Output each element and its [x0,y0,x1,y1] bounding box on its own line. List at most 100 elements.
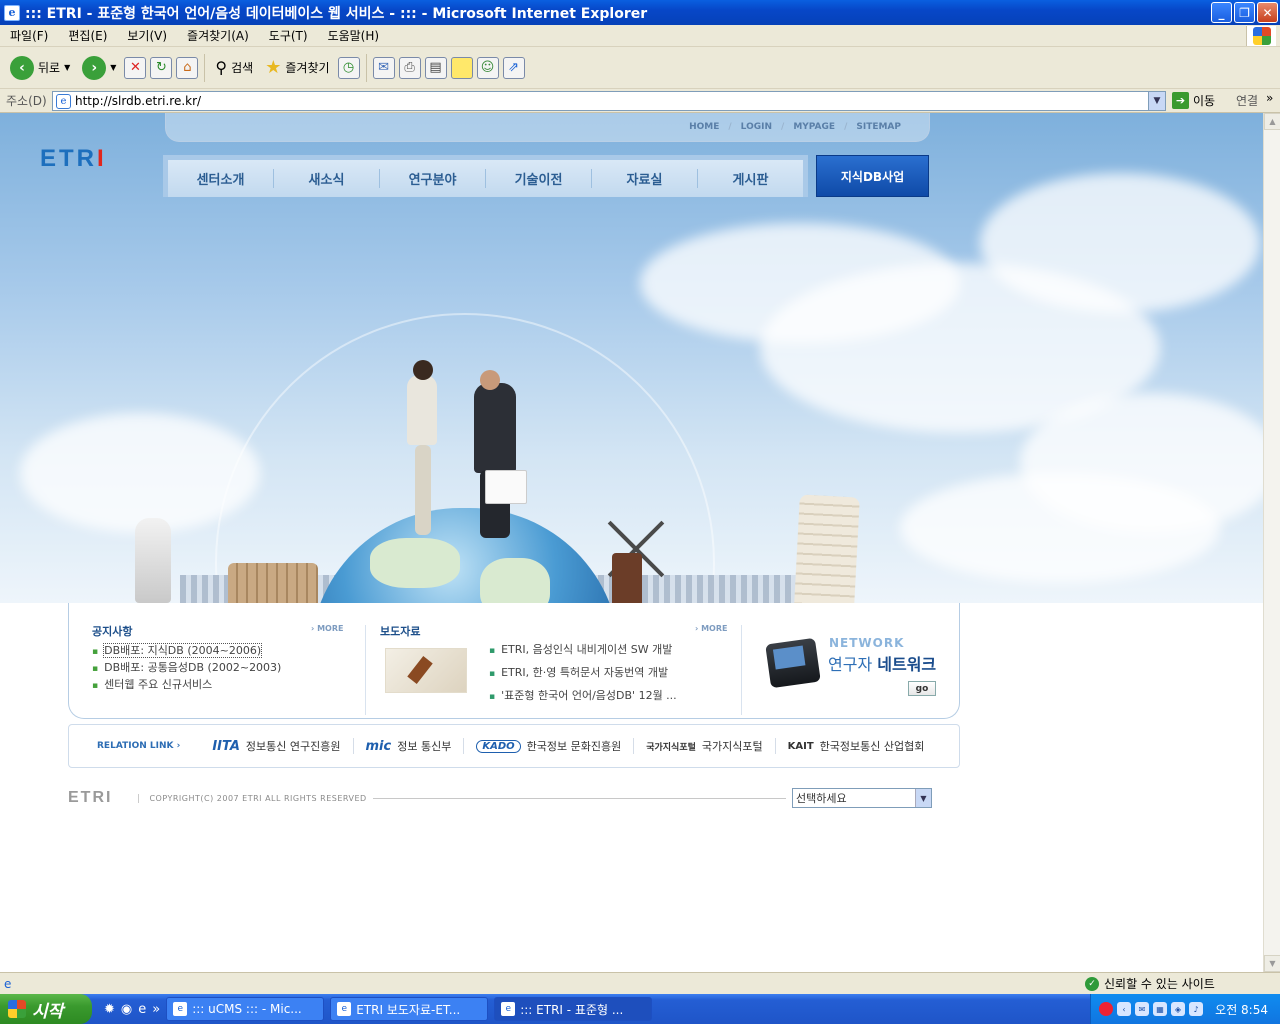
stop-icon[interactable]: ✕ [124,56,147,79]
quicklaunch-icon[interactable]: ✹ [104,1002,115,1017]
tray-chevron-icon[interactable]: ‹ [1117,1002,1131,1016]
mypage-link[interactable]: MYPAGE [793,122,835,132]
favorites-button[interactable]: ★ 즐겨찾기 [261,55,333,80]
clock[interactable]: 오전 8:54 [1215,1001,1268,1018]
login-link[interactable]: LOGIN [741,122,772,132]
menu-file[interactable]: 파일(F) [8,26,50,45]
mail-icon[interactable]: ✉ [1135,1002,1149,1016]
nav-news[interactable]: 새소식 [274,169,380,188]
history-icon[interactable]: ◷ [337,56,360,79]
taskbar: 시작 ✹ ◉ e » e ::: uCMS ::: - Mic... e ETR… [0,994,1280,1024]
notice-title[interactable]: 공지사항 [92,623,132,639]
restore-button[interactable]: ❐ [1234,2,1255,23]
forward-dropdown-icon[interactable]: ▼ [110,63,116,72]
go-button[interactable]: ➔ 이동 [1172,92,1215,109]
forward-arrow-icon: › [82,55,107,80]
taskbar-item[interactable]: e ::: ETRI - 표준형 ... [494,997,653,1021]
notice-list: DB배포: 지식DB (2004~2006) DB배포: 공통음성DB (200… [92,643,281,694]
menu-tools[interactable]: 도구(T) [267,26,310,45]
relation-link-iita[interactable]: IITA 정보통신 연구진흥원 [200,738,352,754]
notice-item[interactable]: DB배포: 지식DB (2004~2006) [92,643,281,660]
quick-launch: ✹ ◉ e » [104,1002,160,1017]
address-label: 주소(D) [6,94,47,108]
back-dropdown-icon[interactable]: ▼ [64,63,70,72]
back-button[interactable]: ‹ 뒤로 ▼ [6,54,74,82]
links-button[interactable]: 연결 [1236,92,1258,109]
address-dropdown-icon[interactable]: ▼ [1148,92,1165,110]
quicklaunch-icon[interactable]: ◉ [121,1002,132,1017]
search-button[interactable]: ⚲ 검색 [211,56,257,79]
relation-link-kait[interactable]: KAIT 한국정보통신 산업협회 [774,738,937,754]
family-site-select[interactable]: 선택하세요 ▼ [792,788,932,808]
refresh-icon[interactable]: ↻ [150,56,173,79]
title-bar[interactable]: e ::: ETRI - 표준형 한국어 언어/음성 데이터베이스 웹 서비스 … [0,0,1280,25]
ie-icon: e [4,4,20,21]
mail-icon[interactable]: ✉ [372,56,395,79]
press-item[interactable]: ETRI, 한·영 특허문서 자동번역 개발 [489,662,677,685]
kait-logo: KAIT [787,740,814,752]
shield-icon[interactable]: ◈ [1171,1002,1185,1016]
quicklaunch-chevron-icon[interactable]: » [152,1002,160,1017]
notice-item[interactable]: 센터웹 주요 신규서비스 [92,677,281,694]
research-icon[interactable]: ⇗ [502,56,525,79]
forward-button[interactable]: › ▼ [78,54,120,82]
nav-center-intro[interactable]: 센터소개 [168,169,274,188]
star-icon: ★ [265,57,282,78]
minimize-button[interactable]: _ [1211,2,1232,23]
network-go-button[interactable]: go [908,681,936,696]
taskbar-item[interactable]: e ETRI 보도자료-ET... [330,997,489,1021]
sitemap-link[interactable]: SITEMAP [856,122,901,132]
note-icon[interactable] [450,56,473,79]
press-list: ETRI, 음성인식 내비게이션 SW 개발 ETRI, 한·영 특허문서 자동… [489,639,677,708]
etri-logo[interactable]: ETRI [40,145,107,173]
home-icon[interactable]: ⌂ [176,56,199,79]
relation-link-kado[interactable]: KADO 한국정보 문화진흥원 [463,738,633,754]
scroll-down-icon[interactable]: ▼ [1264,955,1280,972]
nav-board[interactable]: 게시판 [698,169,803,188]
nav-tech-transfer[interactable]: 기술이전 [486,169,592,188]
menu-view[interactable]: 보기(V) [125,26,169,45]
edit-icon[interactable]: ▤ [424,56,447,79]
relation-link-mic[interactable]: mic 정보 통신부 [352,738,464,754]
nav-research[interactable]: 연구분야 [380,169,486,188]
relation-links: RELATION LINK › IITA 정보통신 연구진흥원 mic 정보 통… [68,724,960,768]
print-icon[interactable]: ⎙ [398,56,421,79]
go-arrow-icon: ➔ [1172,92,1189,109]
utility-links: HOME / LOGIN / MYPAGE / SITEMAP [165,113,930,142]
divider [741,625,742,715]
network-title[interactable]: 연구자 네트워크 [828,651,936,675]
notice-item[interactable]: DB배포: 공통음성DB (2002~2003) [92,660,281,677]
knowledge-db-button[interactable]: 지식DB사업 [816,155,929,197]
ime-icon[interactable] [1099,1002,1113,1016]
network-label: NETWORK [829,636,905,650]
address-bar: 주소(D) e http://slrdb.etri.re.kr/ ▼ ➔ 이동 … [0,89,1280,113]
nav-archive[interactable]: 자료실 [592,169,698,188]
menu-help[interactable]: 도움말(H) [326,26,382,45]
menu-edit[interactable]: 편집(E) [66,26,109,45]
messenger-icon[interactable]: ☺ [476,56,499,79]
volume-icon[interactable]: ♪ [1189,1002,1203,1016]
taskbar-item[interactable]: e ::: uCMS ::: - Mic... [166,997,325,1021]
menu-favorites[interactable]: 즐겨찾기(A) [185,26,251,45]
press-more-link[interactable]: › MORE [695,624,727,633]
press-title[interactable]: 보도자료 [380,623,420,639]
scroll-up-icon[interactable]: ▲ [1264,113,1280,130]
windows-flag-icon [8,1000,26,1018]
close-button[interactable]: ✕ [1257,2,1278,23]
press-thumbnail[interactable] [385,648,467,693]
start-button[interactable]: 시작 [0,994,92,1024]
vertical-scrollbar[interactable]: ▲ ▼ [1263,113,1280,972]
main-navigation: 센터소개 새소식 연구분야 기술이전 자료실 게시판 [163,155,808,197]
quicklaunch-icon[interactable]: e [138,1002,146,1017]
relation-link-knowledge-portal[interactable]: 국가지식포털 국가지식포털 [633,738,774,754]
security-zone[interactable]: ✓ 신뢰할 수 있는 사이트 [1085,975,1215,992]
content-panel: 공지사항 › MORE DB배포: 지식DB (2004~2006) DB배포:… [68,603,960,719]
address-input[interactable]: e http://slrdb.etri.re.kr/ ▼ [52,91,1166,111]
notice-more-link[interactable]: › MORE [311,624,343,633]
press-item[interactable]: '표준형 한국어 언어/음성DB' 12월 ... [489,685,677,708]
press-item[interactable]: ETRI, 음성인식 내비게이션 SW 개발 [489,639,677,662]
links-chevron-icon[interactable]: » [1266,91,1273,105]
network-icon[interactable]: ▦ [1153,1002,1167,1016]
home-link[interactable]: HOME [689,122,719,132]
network-device-image [765,637,821,689]
